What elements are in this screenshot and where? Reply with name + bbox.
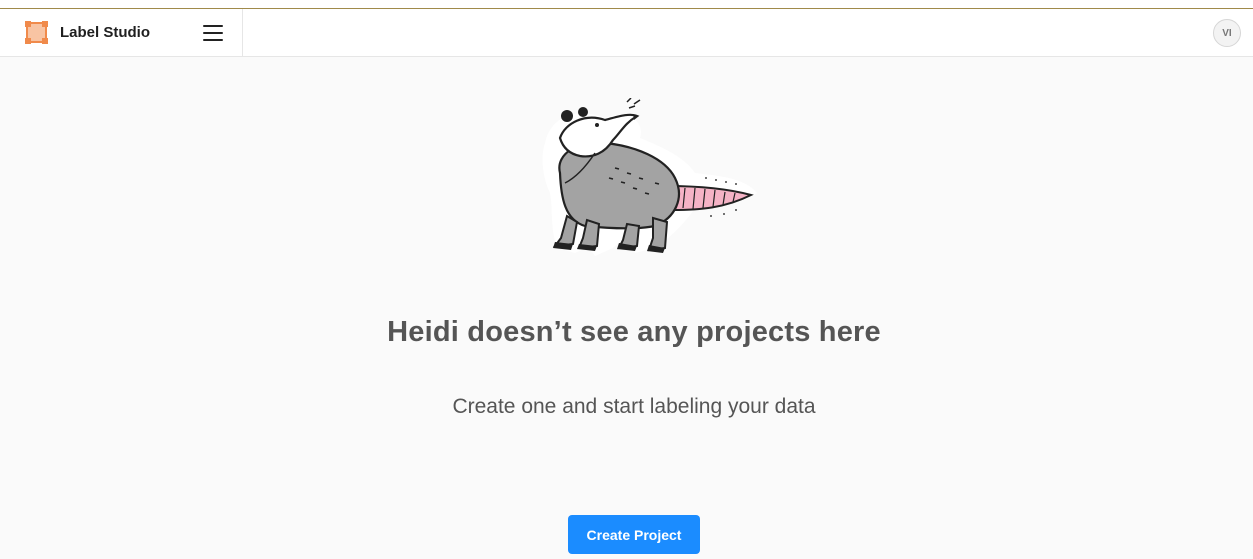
projects-empty-state: Heidi doesn’t see any projects here Crea… xyxy=(0,58,1253,559)
hamburger-menu-icon[interactable] xyxy=(202,23,224,43)
empty-state-title: Heidi doesn’t see any projects here xyxy=(387,316,881,348)
user-avatar[interactable]: VI xyxy=(1213,19,1241,47)
empty-state-subtitle: Create one and start labeling your data xyxy=(452,395,816,418)
opossum-illustration xyxy=(535,97,765,258)
brand: Label Studio xyxy=(0,8,243,57)
app-header: Label Studio VI xyxy=(0,8,1253,57)
create-project-button[interactable]: Create Project xyxy=(568,515,700,554)
label-studio-logo-icon[interactable] xyxy=(25,21,48,44)
app-name[interactable]: Label Studio xyxy=(60,24,150,41)
